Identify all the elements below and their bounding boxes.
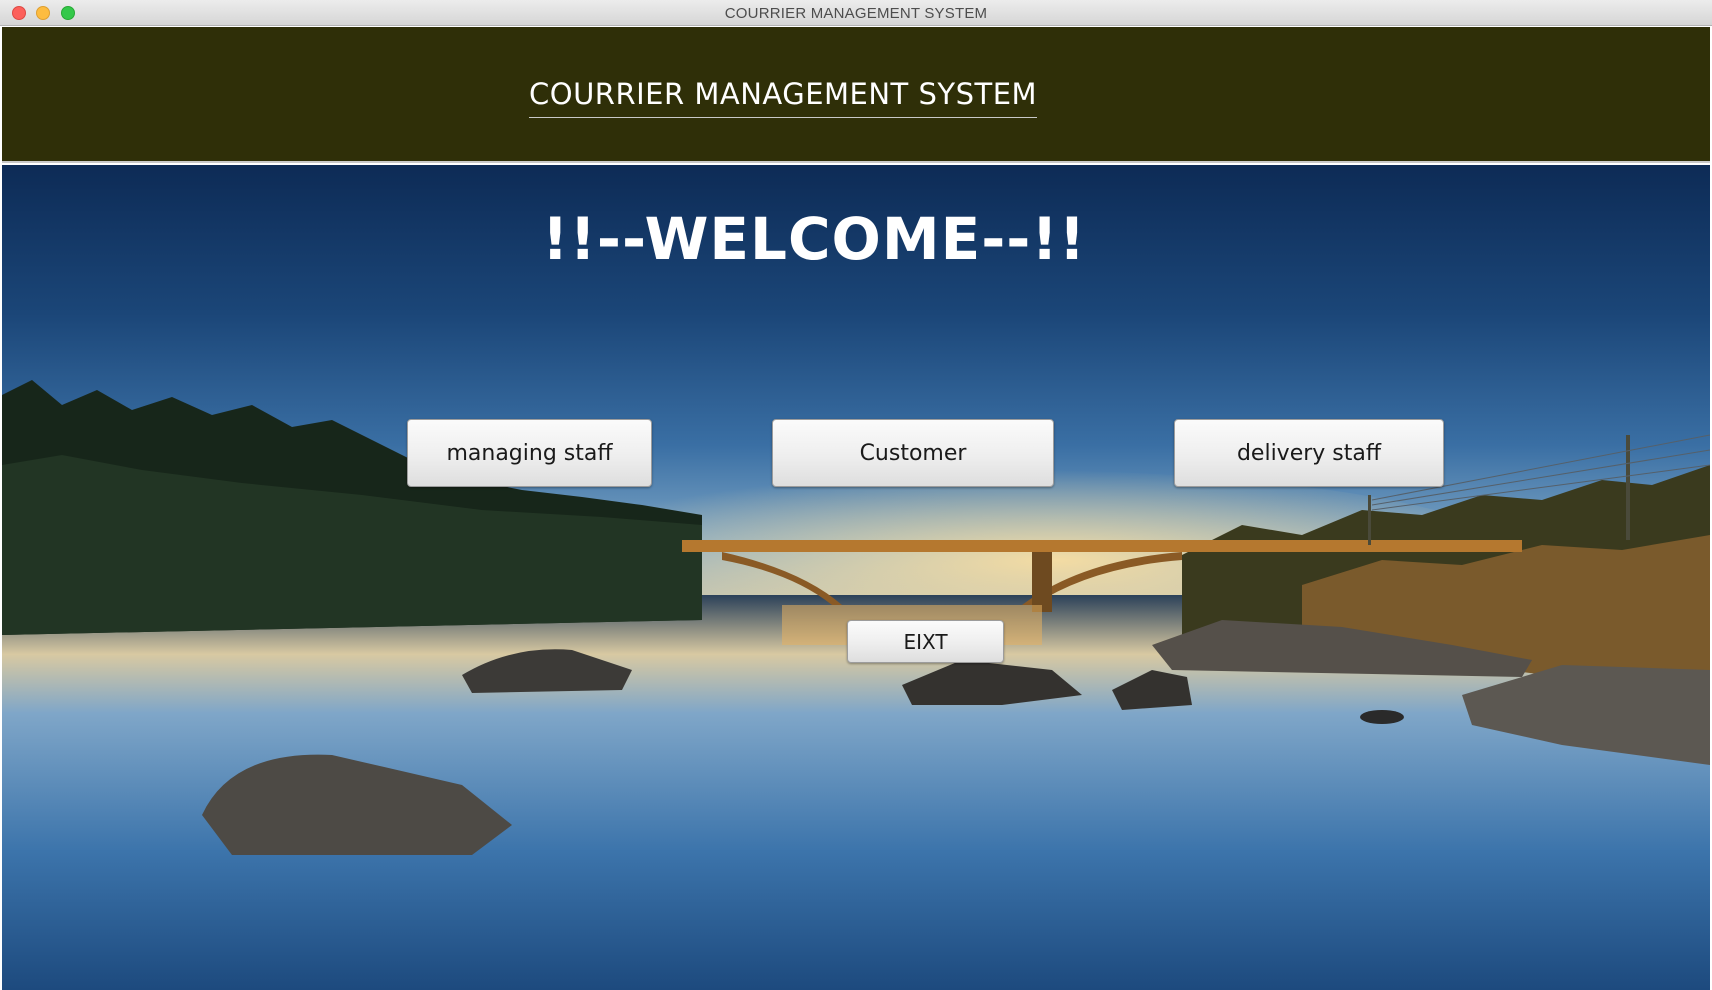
app-heading: COURRIER MANAGEMENT SYSTEM <box>529 77 1038 118</box>
delivery-staff-button[interactable]: delivery staff <box>1174 419 1444 487</box>
customer-button[interactable]: Customer <box>772 419 1054 487</box>
managing-staff-button[interactable]: managing staff <box>407 419 652 487</box>
window-title: COURRIER MANAGEMENT SYSTEM <box>724 5 988 22</box>
exit-button[interactable]: EIXT <box>847 620 1004 663</box>
header-panel: COURRIER MANAGEMENT SYSTEM <box>2 27 1710 163</box>
welcome-heading: !!--WELCOME--!! <box>542 205 1087 273</box>
background-landscape-image <box>2 165 1710 990</box>
landscape-illustration <box>2 380 1710 990</box>
window-title-bar: COURRIER MANAGEMENT SYSTEM <box>0 0 1712 26</box>
